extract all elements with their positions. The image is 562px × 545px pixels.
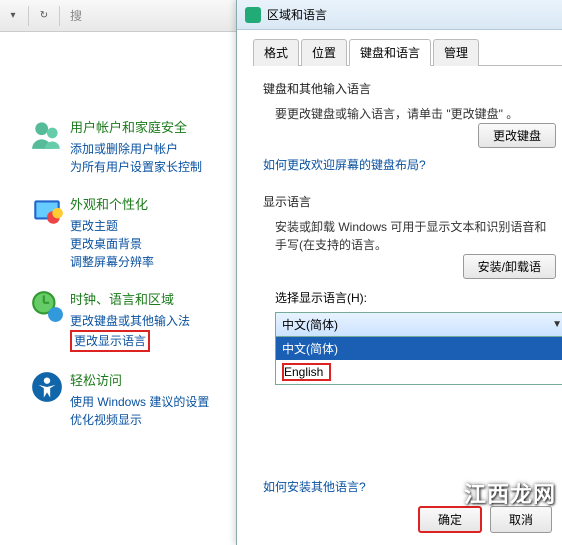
clock-region-icon [30, 289, 64, 323]
section-description: 要更改键盘或输入语言，请单击 "更改键盘" 。 [275, 105, 550, 123]
link-screen-resolution[interactable]: 调整屏幕分辨率 [70, 253, 226, 271]
dropdown-icon[interactable]: ▾ [4, 7, 22, 25]
dropdown-selected-text: 中文(简体) [282, 316, 338, 333]
link-windows-suggestions[interactable]: 使用 Windows 建议的设置 [70, 393, 226, 411]
category-title: 外观和个性化 [70, 194, 226, 213]
highlight-box: 更改显示语言 [70, 330, 150, 352]
category-title: 轻松访问 [70, 370, 226, 389]
dialog-title: 区域和语言 [267, 6, 327, 23]
dropdown-option[interactable]: 中文(简体) [276, 337, 562, 360]
tabs: 格式 位置 键盘和语言 管理 [253, 38, 562, 66]
highlight-box: English [282, 363, 331, 381]
ease-of-access-icon [30, 370, 64, 404]
dialog-titlebar: 区域和语言 [237, 0, 562, 30]
link-change-input-method[interactable]: 更改键盘或其他输入法 [70, 312, 226, 330]
link-change-background[interactable]: 更改桌面背景 [70, 235, 226, 253]
tab-keyboard-language[interactable]: 键盘和语言 [349, 39, 431, 66]
category-clock-language: 时钟、语言和区域 更改键盘或其他输入法 更改显示语言 [30, 289, 226, 352]
tab-format[interactable]: 格式 [253, 39, 299, 66]
section-heading: 键盘和其他输入语言 [263, 80, 550, 97]
category-title: 时钟、语言和区域 [70, 289, 226, 308]
display-language-section: 显示语言 安装或卸载 Windows 可用于显示文本和识别语音和手写(在支持的语… [247, 179, 562, 391]
tab-admin[interactable]: 管理 [433, 39, 479, 66]
ok-button[interactable]: 确定 [418, 506, 482, 533]
category-ease-of-access: 轻松访问 使用 Windows 建议的设置 优化视频显示 [30, 370, 226, 429]
link-add-remove-user[interactable]: 添加或删除用户帐户 [70, 140, 226, 158]
chevron-down-icon: ▼ [552, 319, 562, 330]
refresh-icon[interactable]: ↻ [35, 7, 53, 25]
link-install-other-languages[interactable]: 如何安装其他语言? [263, 478, 366, 495]
link-change-display-language[interactable]: 更改显示语言 [74, 334, 146, 348]
tab-location[interactable]: 位置 [301, 39, 347, 66]
divider [28, 6, 29, 26]
link-optimize-video[interactable]: 优化视频显示 [70, 411, 226, 429]
category-title: 用户帐户和家庭安全 [70, 117, 226, 136]
region-language-dialog: 区域和语言 格式 位置 键盘和语言 管理 键盘和其他输入语言 要更改键盘或输入语… [236, 0, 562, 545]
link-parental-controls[interactable]: 为所有用户设置家长控制 [70, 158, 226, 176]
dropdown-option[interactable]: English [276, 360, 562, 384]
select-language-label: 选择显示语言(H): [275, 289, 550, 306]
category-appearance: 外观和个性化 更改主题 更改桌面背景 调整屏幕分辨率 [30, 194, 226, 271]
users-icon [30, 117, 64, 151]
dropdown-list: 中文(简体) English [275, 337, 562, 385]
globe-icon [245, 7, 261, 23]
link-change-theme[interactable]: 更改主题 [70, 217, 226, 235]
link-welcome-screen-layout[interactable]: 如何更改欢迎屏幕的键盘布局? [263, 158, 426, 172]
control-panel-categories: 用户帐户和家庭安全 添加或删除用户帐户 为所有用户设置家长控制 外观和个性化 更… [0, 32, 236, 545]
section-description: 安装或卸载 Windows 可用于显示文本和识别语音和手写(在支持的语言。 [275, 218, 550, 254]
dialog-buttons: 确定 取消 [418, 506, 552, 533]
search-input[interactable]: 搜 [70, 7, 82, 24]
keyboard-section: 键盘和其他输入语言 要更改键盘或输入语言，请单击 "更改键盘" 。 更改键盘 如… [247, 66, 562, 179]
divider [59, 6, 60, 26]
display-language-dropdown[interactable]: 中文(简体) ▼ 中文(简体) English [275, 312, 562, 385]
category-user-accounts: 用户帐户和家庭安全 添加或删除用户帐户 为所有用户设置家长控制 [30, 117, 226, 176]
appearance-icon [30, 194, 64, 228]
change-keyboard-button[interactable]: 更改键盘 [478, 123, 556, 148]
cancel-button[interactable]: 取消 [490, 506, 552, 533]
section-heading: 显示语言 [263, 193, 550, 210]
install-uninstall-language-button[interactable]: 安装/卸载语 [463, 254, 556, 279]
dropdown-selected[interactable]: 中文(简体) ▼ [275, 312, 562, 337]
